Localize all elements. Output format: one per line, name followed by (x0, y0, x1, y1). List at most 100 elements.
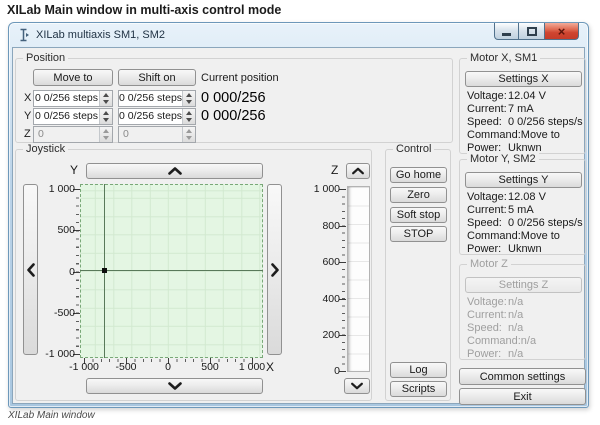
maximize-button[interactable] (519, 23, 544, 40)
chevron-down-icon (350, 382, 364, 390)
z-up-button[interactable] (346, 163, 370, 179)
spin-up-icon[interactable] (100, 109, 112, 117)
motor-z-group: Motor Z Settings Z Voltage:n/a Current:n… (459, 264, 586, 360)
motor-x-title: Motor X, SM1 (467, 52, 540, 64)
zero-button[interactable]: Zero (390, 187, 447, 203)
joystick-y-axis-label: Y (70, 163, 78, 177)
motor-x-voltage: Voltage:12.04 V (467, 90, 581, 103)
close-button[interactable]: × (544, 23, 579, 40)
window-client-area: Position Move to Shift on Current positi… (12, 47, 585, 404)
page: XILab Main window in multi-axis control … (0, 0, 600, 425)
spin-up-icon[interactable] (100, 91, 112, 99)
motor-x-command: Command:Move to (467, 129, 581, 142)
spin-down-icon[interactable] (183, 99, 195, 107)
spin-up-icon[interactable] (183, 91, 195, 99)
move-to-value-x: 0 0/256 steps (34, 91, 99, 106)
exit-button[interactable]: Exit (459, 388, 586, 405)
move-to-input-x[interactable]: 0 0/256 steps (33, 90, 113, 107)
window-title: XILab multiaxis SM1, SM2 (36, 29, 165, 41)
motor-y-current: Current:5 mA (467, 204, 581, 217)
joystick-cursor[interactable] (102, 268, 107, 273)
spin-down-icon[interactable] (183, 117, 195, 125)
settings-z-button: Settings Z (465, 277, 582, 293)
axis-label-x: X (24, 92, 31, 104)
spinner-x-move[interactable] (99, 91, 112, 106)
position-row-z: Z 0 0 (16, 126, 452, 143)
shift-on-value-x: 0 0/256 steps (119, 91, 182, 106)
z-tick: 200 (296, 330, 340, 341)
minimize-button[interactable] (494, 23, 519, 40)
motor-z-voltage: Voltage:n/a (467, 296, 581, 309)
settings-y-button[interactable]: Settings Y (465, 172, 582, 188)
motor-y-group: Motor Y, SM2 Settings Y Voltage:12.08 V … (459, 159, 586, 255)
joystick-up-button[interactable] (86, 163, 263, 179)
joystick-y-tick: -500 (26, 308, 75, 319)
position-group: Position Move to Shift on Current positi… (15, 58, 453, 143)
chevron-down-icon (167, 382, 183, 390)
spinner-y-move[interactable] (99, 109, 112, 124)
joystick-group-label: Joystick (23, 143, 68, 155)
shift-on-value-y: 0 0/256 steps (119, 109, 182, 124)
motor-y-power: Power:Uknwn (467, 243, 581, 256)
spinner-z-move (99, 127, 112, 142)
axis-label-y: Y (24, 110, 31, 122)
z-tick: 600 (296, 257, 340, 268)
z-tick: 400 (296, 294, 340, 305)
shift-on-input-y[interactable]: 0 0/256 steps (118, 108, 196, 125)
motor-x-group: Motor X, SM1 Settings X Voltage:12.04 V … (459, 58, 586, 154)
position-group-label: Position (23, 52, 68, 64)
motor-z-command: Command:n/a (467, 335, 581, 348)
move-to-input-z: 0 (33, 126, 113, 143)
shift-on-input-x[interactable]: 0 0/256 steps (118, 90, 196, 107)
maximize-icon (527, 27, 537, 36)
spinner-y-shift[interactable] (182, 109, 195, 124)
joystick-x-tick: 500 (190, 362, 230, 373)
figure-caption: XILab Main window (8, 410, 95, 421)
joystick-y-tick: 1 000 (26, 184, 75, 195)
close-icon: × (558, 25, 566, 38)
titlebar[interactable]: XILab multiaxis SM1, SM2 × (9, 23, 588, 47)
current-position-y: 0 000/256 (201, 108, 266, 125)
spin-up-icon[interactable] (183, 109, 195, 117)
joystick-group: Joystick Y (15, 149, 372, 401)
shift-on-button[interactable]: Shift on (118, 69, 196, 86)
joystick-right-button[interactable] (267, 184, 282, 355)
stop-button[interactable]: STOP (390, 226, 447, 242)
position-row-x: X 0 0/256 steps 0 0/256 steps 0 000/256 (16, 90, 452, 107)
z-tick: 800 (296, 221, 340, 232)
move-to-input-y[interactable]: 0 0/256 steps (33, 108, 113, 125)
control-group: Control Go home Zero Soft stop STOP Log … (385, 149, 451, 401)
z-tick: 1 000 (296, 184, 340, 195)
motor-z-current: Current:n/a (467, 309, 581, 322)
current-position-x: 0 000/256 (201, 90, 266, 107)
joystick-down-button[interactable] (86, 378, 263, 394)
spin-down-icon[interactable] (100, 117, 112, 125)
joystick-plot[interactable] (80, 184, 263, 358)
spinner-x-shift[interactable] (182, 91, 195, 106)
z-slider[interactable] (347, 186, 370, 372)
spin-down-icon[interactable] (100, 99, 112, 107)
log-button[interactable]: Log (390, 362, 447, 378)
motor-x-current: Current:7 mA (467, 103, 581, 116)
joystick-y-tick: -1 000 (26, 349, 75, 360)
motor-y-title: Motor Y, SM2 (467, 153, 539, 165)
settings-x-button[interactable]: Settings X (465, 71, 582, 87)
go-home-button[interactable]: Go home (390, 167, 447, 183)
soft-stop-button[interactable]: Soft stop (390, 207, 447, 223)
motor-x-speed: Speed:0 0/256 steps/s (467, 116, 581, 129)
joystick-x-tick: 0 (148, 362, 188, 373)
z-down-button[interactable] (344, 378, 370, 394)
current-position-header: Current position (201, 72, 279, 84)
z-axis-label: Z (331, 163, 338, 177)
motor-y-speed: Speed:0 0/256 steps/s (467, 217, 581, 230)
scripts-button[interactable]: Scripts (390, 381, 447, 397)
app-icon (17, 28, 31, 42)
window-controls: × (494, 23, 579, 40)
spinner-z-shift (182, 127, 195, 142)
common-settings-button[interactable]: Common settings (459, 368, 586, 385)
motor-y-command: Command:Move to (467, 230, 581, 243)
move-to-button[interactable]: Move to (33, 69, 113, 86)
axis-label-z: Z (24, 128, 31, 140)
page-title: XILab Main window in multi-axis control … (7, 3, 281, 17)
chevron-up-icon (351, 167, 365, 175)
